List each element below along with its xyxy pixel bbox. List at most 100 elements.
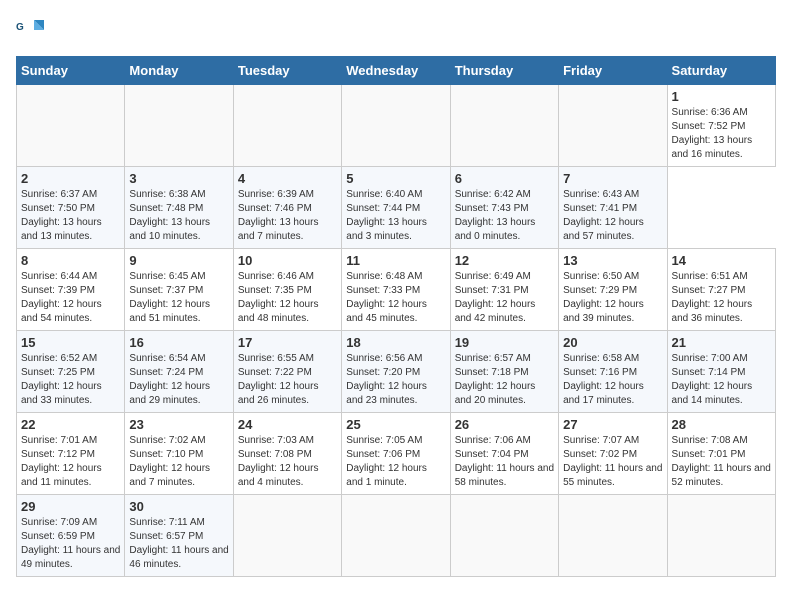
calendar-week-row: 8 Sunrise: 6:44 AM Sunset: 7:39 PM Daylig… [17, 249, 776, 331]
day-detail: Sunrise: 6:55 AM Sunset: 7:22 PM Dayligh… [238, 352, 337, 408]
day-detail: Sunrise: 6:57 AM Sunset: 7:18 PM Dayligh… [455, 352, 554, 408]
day-of-week-header: Thursday [450, 57, 558, 85]
day-number: 17 [238, 335, 337, 350]
empty-cell [559, 495, 667, 577]
day-detail: Sunrise: 6:50 AM Sunset: 7:29 PM Dayligh… [563, 270, 662, 326]
day-number: 27 [563, 417, 662, 432]
day-detail: Sunrise: 6:56 AM Sunset: 7:20 PM Dayligh… [346, 352, 445, 408]
calendar-day-cell: 30 Sunrise: 7:11 AM Sunset: 6:57 PM Dayli… [125, 495, 233, 577]
day-number: 23 [129, 417, 228, 432]
calendar-day-cell: 1Sunrise: 6:36 AM Sunset: 7:52 PM Daylig… [667, 85, 775, 167]
day-detail: Sunrise: 6:58 AM Sunset: 7:16 PM Dayligh… [563, 352, 662, 408]
day-number: 21 [672, 335, 771, 350]
day-detail: Sunrise: 7:03 AM Sunset: 7:08 PM Dayligh… [238, 434, 337, 490]
day-of-week-header: Monday [125, 57, 233, 85]
calendar-day-cell: 14 Sunrise: 6:51 AM Sunset: 7:27 PM Dayli… [667, 249, 775, 331]
day-number: 1 [672, 89, 771, 104]
empty-cell [450, 495, 558, 577]
day-number: 8 [21, 253, 120, 268]
calendar-day-cell: 15 Sunrise: 6:52 AM Sunset: 7:25 PM Dayli… [17, 331, 125, 413]
calendar-day-cell: 10Sunrise: 6:46 AM Sunset: 7:35 PM Dayli… [233, 249, 341, 331]
day-number: 18 [346, 335, 445, 350]
calendar-day-cell: 5 Sunrise: 6:40 AM Sunset: 7:44 PM Daylig… [342, 167, 450, 249]
day-number: 6 [455, 171, 554, 186]
calendar-day-cell: 25 Sunrise: 7:05 AM Sunset: 7:06 PM Dayli… [342, 413, 450, 495]
day-detail: Sunrise: 7:01 AM Sunset: 7:12 PM Dayligh… [21, 434, 120, 490]
day-number: 4 [238, 171, 337, 186]
day-detail: Sunrise: 6:48 AM Sunset: 7:33 PM Dayligh… [346, 270, 445, 326]
calendar-day-cell: 6 Sunrise: 6:42 AM Sunset: 7:43 PM Daylig… [450, 167, 558, 249]
day-number: 16 [129, 335, 228, 350]
day-detail: Sunrise: 7:11 AM Sunset: 6:57 PM Dayligh… [129, 516, 228, 572]
day-number: 24 [238, 417, 337, 432]
calendar-day-cell: 28Sunrise: 7:08 AM Sunset: 7:01 PM Dayli… [667, 413, 775, 495]
calendar-day-cell: 21 Sunrise: 7:00 AM Sunset: 7:14 PM Dayli… [667, 331, 775, 413]
calendar-day-cell: 8 Sunrise: 6:44 AM Sunset: 7:39 PM Daylig… [17, 249, 125, 331]
day-number: 15 [21, 335, 120, 350]
day-detail: Sunrise: 6:52 AM Sunset: 7:25 PM Dayligh… [21, 352, 120, 408]
day-of-week-header: Friday [559, 57, 667, 85]
day-number: 22 [21, 417, 120, 432]
calendar-day-cell: 27Sunrise: 7:07 AM Sunset: 7:02 PM Dayli… [559, 413, 667, 495]
empty-cell [233, 85, 341, 167]
empty-cell [125, 85, 233, 167]
calendar-day-cell: 11 Sunrise: 6:48 AM Sunset: 7:33 PM Dayli… [342, 249, 450, 331]
empty-cell [342, 495, 450, 577]
day-detail: Sunrise: 6:45 AM Sunset: 7:37 PM Dayligh… [129, 270, 228, 326]
calendar-day-cell: 7Sunrise: 6:43 AM Sunset: 7:41 PM Daylig… [559, 167, 667, 249]
day-detail: Sunrise: 7:09 AM Sunset: 6:59 PM Dayligh… [21, 516, 120, 572]
empty-cell [667, 495, 775, 577]
calendar-day-cell: 2 Sunrise: 6:37 AM Sunset: 7:50 PM Daylig… [17, 167, 125, 249]
svg-text:G: G [16, 22, 24, 33]
day-detail: Sunrise: 7:08 AM Sunset: 7:01 PM Dayligh… [672, 434, 771, 490]
day-detail: Sunrise: 7:02 AM Sunset: 7:10 PM Dayligh… [129, 434, 228, 490]
day-of-week-header: Sunday [17, 57, 125, 85]
empty-cell [233, 495, 341, 577]
day-detail: Sunrise: 6:51 AM Sunset: 7:27 PM Dayligh… [672, 270, 771, 326]
day-detail: Sunrise: 6:49 AM Sunset: 7:31 PM Dayligh… [455, 270, 554, 326]
calendar-day-cell: 3Sunrise: 6:38 AM Sunset: 7:48 PM Daylig… [125, 167, 233, 249]
day-number: 26 [455, 417, 554, 432]
day-detail: Sunrise: 6:40 AM Sunset: 7:44 PM Dayligh… [346, 188, 445, 244]
empty-cell [17, 85, 125, 167]
day-number: 19 [455, 335, 554, 350]
calendar-day-cell: 16 Sunrise: 6:54 AM Sunset: 7:24 PM Dayli… [125, 331, 233, 413]
calendar-day-cell: 9 Sunrise: 6:45 AM Sunset: 7:37 PM Daylig… [125, 249, 233, 331]
calendar-day-cell: 12Sunrise: 6:49 AM Sunset: 7:31 PM Dayli… [450, 249, 558, 331]
day-number: 11 [346, 253, 445, 268]
calendar-day-cell: 20Sunrise: 6:58 AM Sunset: 7:16 PM Dayli… [559, 331, 667, 413]
calendar-day-cell: 22 Sunrise: 7:01 AM Sunset: 7:12 PM Dayli… [17, 413, 125, 495]
calendar-day-cell: 4Sunrise: 6:39 AM Sunset: 7:46 PM Daylig… [233, 167, 341, 249]
day-detail: Sunrise: 6:38 AM Sunset: 7:48 PM Dayligh… [129, 188, 228, 244]
empty-cell [450, 85, 558, 167]
day-of-week-header: Wednesday [342, 57, 450, 85]
calendar-day-cell: 18 Sunrise: 6:56 AM Sunset: 7:20 PM Dayli… [342, 331, 450, 413]
day-of-week-header: Tuesday [233, 57, 341, 85]
calendar-week-row: 2 Sunrise: 6:37 AM Sunset: 7:50 PM Daylig… [17, 167, 776, 249]
header: G [16, 16, 776, 44]
day-detail: Sunrise: 6:37 AM Sunset: 7:50 PM Dayligh… [21, 188, 120, 244]
calendar-week-row: 1Sunrise: 6:36 AM Sunset: 7:52 PM Daylig… [17, 85, 776, 167]
logo-icon: G [16, 16, 44, 44]
calendar-day-cell: 19 Sunrise: 6:57 AM Sunset: 7:18 PM Dayli… [450, 331, 558, 413]
calendar-day-cell: 29 Sunrise: 7:09 AM Sunset: 6:59 PM Dayli… [17, 495, 125, 577]
day-detail: Sunrise: 6:42 AM Sunset: 7:43 PM Dayligh… [455, 188, 554, 244]
day-number: 2 [21, 171, 120, 186]
day-number: 29 [21, 499, 120, 514]
day-detail: Sunrise: 6:54 AM Sunset: 7:24 PM Dayligh… [129, 352, 228, 408]
day-number: 14 [672, 253, 771, 268]
day-detail: Sunrise: 7:00 AM Sunset: 7:14 PM Dayligh… [672, 352, 771, 408]
day-number: 25 [346, 417, 445, 432]
day-number: 9 [129, 253, 228, 268]
day-detail: Sunrise: 6:43 AM Sunset: 7:41 PM Dayligh… [563, 188, 662, 244]
day-number: 30 [129, 499, 228, 514]
day-of-week-header: Saturday [667, 57, 775, 85]
day-detail: Sunrise: 7:05 AM Sunset: 7:06 PM Dayligh… [346, 434, 445, 490]
calendar-day-cell: 24 Sunrise: 7:03 AM Sunset: 7:08 PM Dayli… [233, 413, 341, 495]
day-detail: Sunrise: 7:06 AM Sunset: 7:04 PM Dayligh… [455, 434, 554, 490]
day-number: 10 [238, 253, 337, 268]
day-number: 5 [346, 171, 445, 186]
calendar-day-cell: 17 Sunrise: 6:55 AM Sunset: 7:22 PM Dayli… [233, 331, 341, 413]
calendar-week-row: 15 Sunrise: 6:52 AM Sunset: 7:25 PM Dayli… [17, 331, 776, 413]
day-detail: Sunrise: 6:44 AM Sunset: 7:39 PM Dayligh… [21, 270, 120, 326]
